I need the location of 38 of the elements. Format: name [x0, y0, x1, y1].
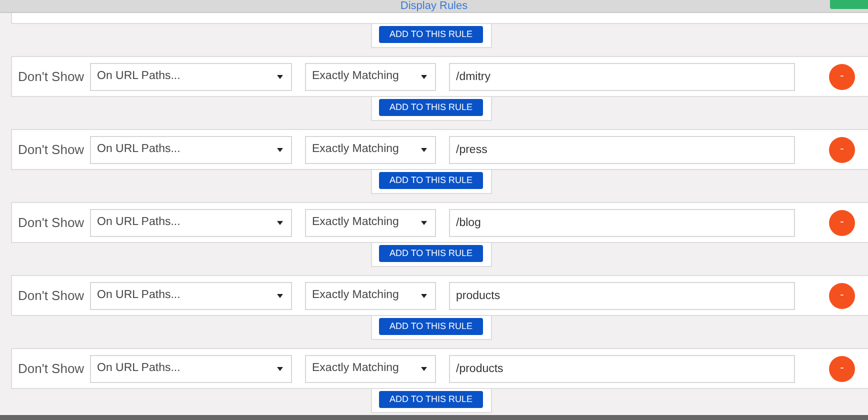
dropdown[interactable]: Exactly Matching	[305, 282, 436, 310]
dropdown[interactable]: On URL Paths...	[90, 354, 292, 382]
caret-icon	[421, 148, 427, 152]
dropdown[interactable]: Exactly Matching	[305, 208, 436, 236]
dropdown[interactable]: On URL Paths...	[90, 62, 292, 90]
dropdown[interactable]: On URL Paths...	[90, 208, 292, 236]
rule-label: Don't Show	[18, 214, 86, 232]
dropdown[interactable]: On URL Paths...	[90, 136, 292, 164]
caret-icon	[277, 294, 283, 298]
rule-label: Don't Show	[18, 286, 86, 305]
rule-label: Don't Show	[18, 360, 86, 378]
input-field[interactable]: /products	[449, 354, 795, 382]
input-field[interactable]: /press	[449, 136, 795, 164]
header-title: Display Rules	[400, 0, 468, 12]
dropdown[interactable]: Exactly Matching	[305, 354, 436, 382]
caret-icon	[277, 74, 283, 78]
dropdown[interactable]: On URL Paths...	[90, 282, 292, 310]
rule-label: Don't Show	[18, 68, 86, 86]
add-to-rule-button[interactable]: ADD TO THIS RULE	[379, 318, 483, 335]
input-field[interactable]: /dmitry	[449, 62, 795, 90]
caret-icon	[421, 294, 427, 298]
caret-icon	[277, 148, 283, 152]
caret-icon	[421, 220, 427, 224]
caret-icon	[277, 220, 283, 224]
input-field[interactable]: products	[449, 282, 795, 310]
add-to-rule-button[interactable]: ADD TO THIS RULE	[379, 99, 483, 116]
rule-label: Don't Show	[18, 140, 86, 159]
add-to-rule-button[interactable]: ADD TO THIS RULE	[379, 172, 483, 189]
dropdown[interactable]: Exactly Matching	[305, 136, 436, 164]
caret-icon	[421, 366, 427, 370]
dropdown[interactable]: Exactly Matching	[305, 62, 436, 90]
add-to-rule-button[interactable]: ADD TO THIS RULE	[379, 391, 483, 408]
caret-icon	[421, 74, 427, 78]
input-field[interactable]: /blog	[449, 208, 795, 236]
action-button[interactable]	[830, 0, 868, 9]
add-to-rule-button[interactable]: ADD TO THIS RULE	[379, 245, 483, 262]
caret-icon	[277, 366, 283, 370]
add-to-rule-button[interactable]: ADD TO THIS RULE	[379, 26, 483, 43]
